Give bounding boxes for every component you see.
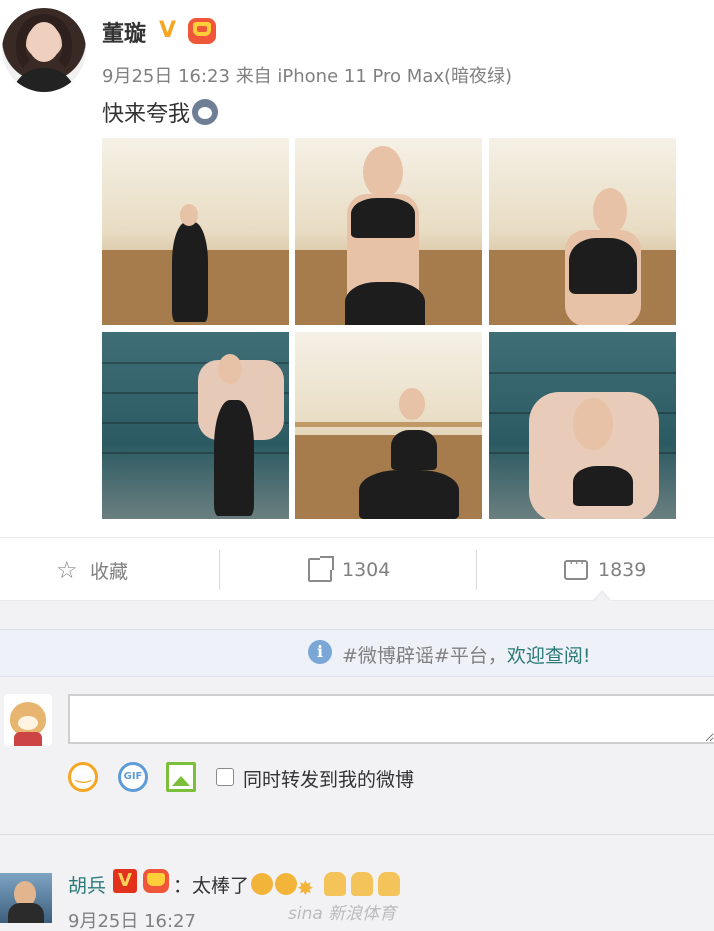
thumbs-up-icon [351,872,374,896]
comment-text: ：太棒了 ✸ [173,871,401,900]
post-timestamp[interactable]: 9月25日 16:23 [102,66,230,87]
post-meta: 9月25日 16:23 来自 iPhone 11 Pro Max(暗夜绿) [102,62,512,88]
divider [476,550,477,590]
divider [219,550,220,590]
repost-checkbox[interactable] [216,768,234,786]
repost-button[interactable]: 1304 [308,538,390,602]
vip-crown-icon[interactable] [188,18,216,44]
photo-4[interactable] [102,332,289,519]
comment-input[interactable] [68,694,714,744]
comment-author[interactable]: 胡兵 [68,871,106,898]
photo-gallery [102,138,676,519]
share-icon [308,556,334,582]
notice-link[interactable]: 欢迎查阅! [507,645,591,667]
author-avatar[interactable] [2,8,86,92]
photo-5[interactable] [295,332,482,519]
comment-avatar[interactable] [0,873,52,923]
image-icon[interactable] [166,762,196,792]
divider [0,834,714,835]
vip-crown-icon[interactable] [143,869,169,893]
photo-6[interactable] [489,332,676,519]
clap-icon [251,873,274,895]
comment-timestamp[interactable]: 9月25日 16:27 [68,907,196,931]
clap-icon [275,873,298,895]
repost-checkbox-label[interactable]: 同时转发到我的微博 [243,765,414,792]
photo-2[interactable] [295,138,482,325]
photo-3[interactable] [489,138,676,325]
gif-icon[interactable]: GIF [118,762,148,792]
rumor-notice: i #微博辟谣#平台，欢迎查阅! [0,629,714,677]
comment-icon [564,556,588,580]
sparkle-icon: ✸ [297,876,314,900]
info-icon: i [308,640,332,664]
photo-1[interactable] [102,138,289,325]
current-user-avatar [4,694,52,746]
post-source: 来自 iPhone 11 Pro Max(暗夜绿) [235,66,513,87]
comment-section: i #微博辟谣#平台，欢迎查阅! GIF 同时转发到我的微博 胡兵 V ：太棒了… [0,601,714,931]
thumbs-up-icon [324,872,347,896]
vip-badge-icon[interactable]: V [113,869,137,893]
thumbs-up-icon [378,872,401,896]
weibo-post: 董璇 V 9月25日 16:23 来自 iPhone 11 Pro Max(暗夜… [0,0,714,540]
author-name[interactable]: 董璇 [102,16,146,48]
star-icon: ☆ [56,556,78,584]
smile-icon[interactable] [68,762,98,792]
verified-icon[interactable]: V [159,20,183,42]
post-text: 快来夸我 [102,96,219,128]
favorite-button[interactable]: ☆ 收藏 [56,538,128,602]
husky-emoji-icon [192,99,219,125]
watermark: sina 新浪体育 [288,904,397,924]
